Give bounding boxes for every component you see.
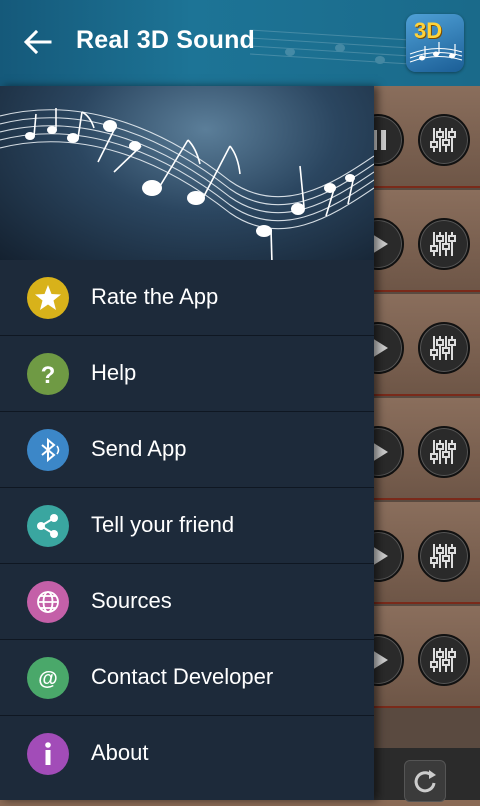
globe-icon bbox=[27, 581, 69, 623]
equalizer-icon bbox=[430, 232, 456, 256]
question-icon: ? bbox=[27, 353, 69, 395]
menu-item-rate-the-app[interactable]: Rate the App bbox=[0, 260, 374, 336]
refresh-icon bbox=[414, 770, 436, 793]
bottom-toolbar bbox=[360, 748, 480, 802]
menu-item-label: Help bbox=[91, 360, 137, 385]
menu-item-label: Sources bbox=[91, 588, 172, 613]
at-icon: @ bbox=[27, 657, 69, 699]
music-staff-decoration bbox=[250, 29, 410, 65]
equalizer-button[interactable] bbox=[418, 530, 470, 582]
bluetooth-icon bbox=[27, 429, 69, 471]
menu-item-label: Tell your friend bbox=[91, 512, 235, 537]
equalizer-icon bbox=[430, 648, 456, 672]
equalizer-icon bbox=[430, 544, 456, 568]
menu-item-help[interactable]: ? Help bbox=[0, 336, 374, 412]
menu-item-label: Rate the App bbox=[91, 284, 219, 309]
menu-item-sources[interactable]: Sources bbox=[0, 564, 374, 640]
menu-item-label: Send App bbox=[91, 436, 187, 461]
svg-text:@: @ bbox=[38, 668, 58, 690]
star-icon bbox=[27, 277, 69, 319]
app-logo: 3D bbox=[406, 14, 464, 72]
equalizer-icon bbox=[430, 336, 456, 360]
equalizer-button[interactable] bbox=[418, 218, 470, 270]
equalizer-button[interactable] bbox=[418, 114, 470, 166]
equalizer-button[interactable] bbox=[418, 426, 470, 478]
svg-text:?: ? bbox=[41, 362, 56, 389]
menu-item-tell-your-friend[interactable]: Tell your friend bbox=[0, 488, 374, 564]
app-bar: Real 3D Sound 3D bbox=[0, 0, 480, 86]
menu-item-send-app[interactable]: Send App bbox=[0, 412, 374, 488]
info-icon bbox=[27, 733, 69, 775]
menu-item-contact-developer[interactable]: @ Contact Developer bbox=[0, 640, 374, 716]
refresh-button[interactable] bbox=[404, 760, 446, 802]
equalizer-button[interactable] bbox=[418, 322, 470, 374]
page-title: Real 3D Sound bbox=[76, 26, 256, 54]
equalizer-icon bbox=[430, 440, 456, 464]
music-notes-illustration bbox=[0, 108, 374, 260]
share-icon bbox=[27, 505, 69, 547]
back-arrow-icon[interactable] bbox=[22, 26, 54, 58]
equalizer-icon bbox=[430, 128, 456, 152]
equalizer-button[interactable] bbox=[418, 634, 470, 686]
music-note-icon bbox=[409, 42, 463, 63]
navigation-drawer: Rate the App ? Help Send App Tell your f… bbox=[0, 86, 374, 800]
menu-item-label: About bbox=[91, 740, 149, 765]
drawer-header-image bbox=[0, 86, 374, 260]
menu-item-about[interactable]: About bbox=[0, 716, 374, 791]
menu-item-label: Contact Developer bbox=[91, 664, 274, 689]
